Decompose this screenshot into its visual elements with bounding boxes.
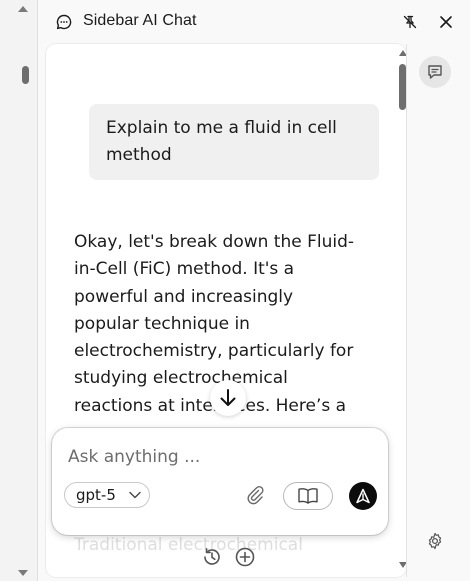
rail-chat-button[interactable] [419,56,451,88]
close-icon[interactable] [436,12,456,32]
send-icon [356,488,370,504]
user-message-bubble: Explain to me a fluid in cell method [89,104,379,180]
book-icon [298,488,318,504]
left-scrollbar-thumb[interactable] [22,66,29,84]
chat-area: Explain to me a fluid in cell method Oka… [46,44,406,577]
library-button[interactable] [283,482,333,510]
arrow-down-icon [220,389,236,406]
chat-scrollbar-thumb[interactable] [399,64,406,110]
new-chat-button[interactable] [234,546,256,568]
right-rail-divider [406,44,407,577]
chat-scroll-down-arrow[interactable] [399,562,406,568]
history-icon [204,548,220,565]
message-input[interactable] [68,445,368,469]
unpin-icon[interactable] [400,12,420,32]
attach-button[interactable] [242,482,268,508]
model-selector[interactable]: gpt-5 [64,482,150,508]
history-button[interactable] [201,546,223,568]
panel-title: Sidebar AI Chat [83,12,197,29]
panel-header: Sidebar AI Chat [38,0,470,44]
message-composer: gpt-5 [52,428,388,535]
chevron-down-icon [129,491,141,499]
left-scroll-down-arrow[interactable] [18,570,28,576]
user-message-text: Explain to me a fluid in cell method [106,118,337,165]
left-scroll-up-arrow[interactable] [18,6,28,12]
model-selector-label: gpt-5 [76,486,116,504]
chat-scrollbar[interactable] [398,44,406,577]
left-scrollbar-region [0,0,38,581]
scroll-to-bottom-button[interactable] [210,380,246,416]
send-button[interactable] [349,482,377,510]
rail-settings-button[interactable] [424,530,446,552]
sidebar-ai-chat-panel: Sidebar AI Chat Explain to me a fluid in… [38,0,470,581]
chat-bubble-icon [56,14,72,30]
plus-circle-icon [235,547,255,567]
chat-icon [428,65,442,79]
chat-scroll-up-arrow[interactable] [399,50,406,56]
paperclip-icon [247,485,264,505]
gear-icon [428,532,442,550]
